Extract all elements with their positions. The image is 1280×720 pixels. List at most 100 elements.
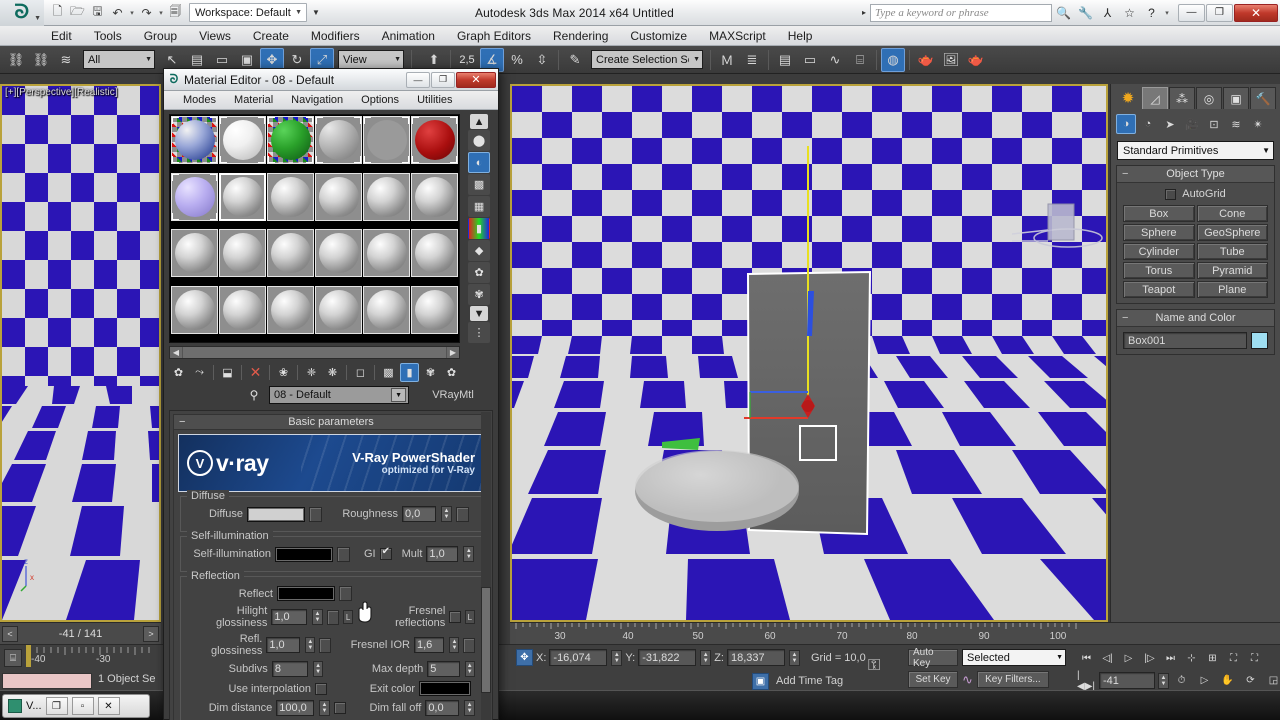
- select-and-link-icon[interactable]: ⛓: [4, 48, 28, 72]
- zoom-extents-icon[interactable]: ⛶: [1223, 649, 1244, 668]
- autogrid-checkbox[interactable]: [1165, 189, 1176, 200]
- search-expand-icon[interactable]: ▸: [859, 8, 869, 17]
- me-menu-navigation[interactable]: Navigation: [282, 91, 352, 110]
- chevron-down-icon[interactable]: ▼: [141, 56, 152, 63]
- new-file-button[interactable]: 🗋: [48, 3, 67, 23]
- redo-dropdown-icon[interactable]: ▾: [157, 9, 165, 17]
- get-material-icon[interactable]: ✿: [169, 363, 188, 382]
- me-menu-options[interactable]: Options: [352, 91, 408, 110]
- eyedropper-icon[interactable]: ⚲: [243, 388, 265, 402]
- taskbar-item[interactable]: V... ❐ ▫ ✕: [2, 694, 150, 718]
- y-spinner[interactable]: ▲▼: [700, 650, 711, 666]
- put-material-to-scene-icon[interactable]: ⤳: [190, 363, 209, 382]
- sample-slot-21[interactable]: [267, 286, 314, 334]
- sample-slot-11[interactable]: [363, 173, 410, 221]
- max-depth-spinner[interactable]: ▲▼: [465, 661, 475, 677]
- sample-slot-23[interactable]: [363, 286, 410, 334]
- menu-rendering[interactable]: Rendering: [542, 26, 619, 46]
- help-dropdown-icon[interactable]: ▾: [1163, 9, 1171, 17]
- selected-objects-dropdown[interactable]: Selected ▼: [962, 649, 1066, 666]
- subdivs-spinner[interactable]: ▲▼: [313, 661, 323, 677]
- key-filters-button[interactable]: Key Filters...: [977, 671, 1049, 688]
- material-editor-icon[interactable]: ◍: [881, 48, 905, 72]
- dim-falloff-value[interactable]: 0,0: [425, 700, 459, 716]
- make-preview-icon[interactable]: ◆: [468, 240, 490, 261]
- restore-button[interactable]: ❐: [46, 697, 68, 715]
- dim-distance-checkbox[interactable]: [334, 702, 346, 714]
- display-tab[interactable]: ▣: [1223, 87, 1249, 109]
- select-by-material-icon[interactable]: ✾: [468, 284, 490, 305]
- y-coordinate-field[interactable]: -31,822: [638, 649, 696, 666]
- material-params-scrollbar[interactable]: [481, 412, 491, 720]
- refl-glossiness-value[interactable]: 1,0: [266, 637, 300, 653]
- dim-distance-value[interactable]: 100,0: [276, 700, 314, 716]
- schematic-view-icon[interactable]: ⌸: [848, 48, 872, 72]
- close-button[interactable]: ✕: [98, 697, 120, 715]
- next-frame-arrow[interactable]: >: [143, 626, 159, 642]
- rendered-frame-window-icon[interactable]: 🖼: [939, 48, 963, 72]
- material-name-dropdown[interactable]: 08 - Default ▼: [269, 386, 409, 404]
- key-mode-icon[interactable]: ⊹: [1181, 649, 1202, 668]
- mult-value[interactable]: 1,0: [426, 546, 458, 562]
- go-to-start-button[interactable]: ⏮: [1076, 649, 1097, 668]
- sample-slot-06[interactable]: [411, 116, 458, 164]
- options-icon[interactable]: ✿: [468, 262, 490, 283]
- sample-slot-12[interactable]: [411, 173, 458, 221]
- make-material-copy-icon[interactable]: ❀: [274, 363, 293, 382]
- save-file-button[interactable]: 🖫: [88, 3, 107, 23]
- favorites-star-icon[interactable]: ☆: [1119, 2, 1140, 23]
- scrollbar-thumb[interactable]: [481, 587, 491, 693]
- zoom-all-icon[interactable]: ⊞: [1202, 649, 1223, 668]
- object-type-header[interactable]: − Object Type: [1117, 166, 1274, 183]
- fresnel-reflections-checkbox[interactable]: [449, 611, 460, 623]
- chevron-down-icon[interactable]: ▼: [1262, 146, 1270, 155]
- sample-slot-08[interactable]: [219, 173, 266, 221]
- menu-group[interactable]: Group: [133, 26, 188, 46]
- menu-tools[interactable]: Tools: [83, 26, 133, 46]
- chevron-down-icon[interactable]: ▼: [390, 56, 401, 63]
- dim-distance-spinner[interactable]: ▲▼: [319, 700, 330, 716]
- cameras-subtab[interactable]: 🎥: [1182, 114, 1202, 134]
- project-folder-button[interactable]: 🗐: [166, 3, 185, 23]
- selection-filter-dropdown[interactable]: All ▼: [83, 50, 155, 69]
- create-tube-button[interactable]: Tube: [1197, 243, 1269, 260]
- auto-key-button[interactable]: Auto Key: [908, 649, 958, 666]
- edit-named-selection-sets-icon[interactable]: ✎: [563, 48, 587, 72]
- create-cone-button[interactable]: Cone: [1197, 205, 1269, 222]
- next-frame-button[interactable]: |▷: [1139, 649, 1160, 668]
- self-illumination-map-button[interactable]: [337, 547, 350, 562]
- named-selection-set-dropdown[interactable]: Create Selection Se ▼: [591, 50, 703, 69]
- absolute-relative-toggle-icon[interactable]: ✥: [516, 649, 533, 666]
- sample-slot-05[interactable]: [363, 116, 410, 164]
- exit-color-swatch[interactable]: [419, 681, 471, 696]
- hierarchy-tab[interactable]: ⁂: [1169, 87, 1195, 109]
- roughness-value[interactable]: 0,0: [402, 506, 436, 522]
- scroll-up-icon[interactable]: ▲: [470, 114, 488, 129]
- create-box-button[interactable]: Box: [1123, 205, 1195, 222]
- object-name-input[interactable]: Box001: [1123, 332, 1247, 349]
- sample-slot-14[interactable]: [219, 229, 266, 277]
- spinner-snap-toggle-icon[interactable]: ⇳: [530, 48, 554, 72]
- gi-checkbox[interactable]: [380, 548, 392, 560]
- menu-graph-editors[interactable]: Graph Editors: [446, 26, 542, 46]
- fresnel-ior-map-button[interactable]: [463, 638, 475, 653]
- open-file-button[interactable]: 🗁: [68, 3, 87, 23]
- backlight-icon[interactable]: ◐: [468, 152, 490, 173]
- create-plane-button[interactable]: Plane: [1197, 281, 1269, 298]
- space-warps-subtab[interactable]: ≋: [1226, 114, 1246, 134]
- fresnel-lock-button[interactable]: L: [465, 610, 475, 624]
- sample-slot-24[interactable]: [411, 286, 458, 334]
- x-coordinate-field[interactable]: -16,074: [549, 649, 607, 666]
- me-menu-modes[interactable]: Modes: [174, 91, 225, 110]
- add-time-tag-label[interactable]: Add Time Tag: [776, 675, 843, 687]
- geometry-subtab[interactable]: ◑: [1116, 114, 1136, 134]
- unlink-selection-icon[interactable]: ⛓: [29, 48, 53, 72]
- video-color-check-icon[interactable]: ▮: [468, 218, 490, 239]
- mult-spinner[interactable]: ▲▼: [463, 546, 474, 562]
- scroll-left-icon[interactable]: ◀: [170, 347, 182, 358]
- me-minimize-button[interactable]: —: [406, 72, 430, 88]
- reflect-map-button[interactable]: [339, 586, 352, 601]
- layer-manager-icon[interactable]: ▤: [773, 48, 797, 72]
- maximize-button[interactable]: ❐: [1206, 4, 1233, 22]
- systems-subtab[interactable]: ✴: [1248, 114, 1268, 134]
